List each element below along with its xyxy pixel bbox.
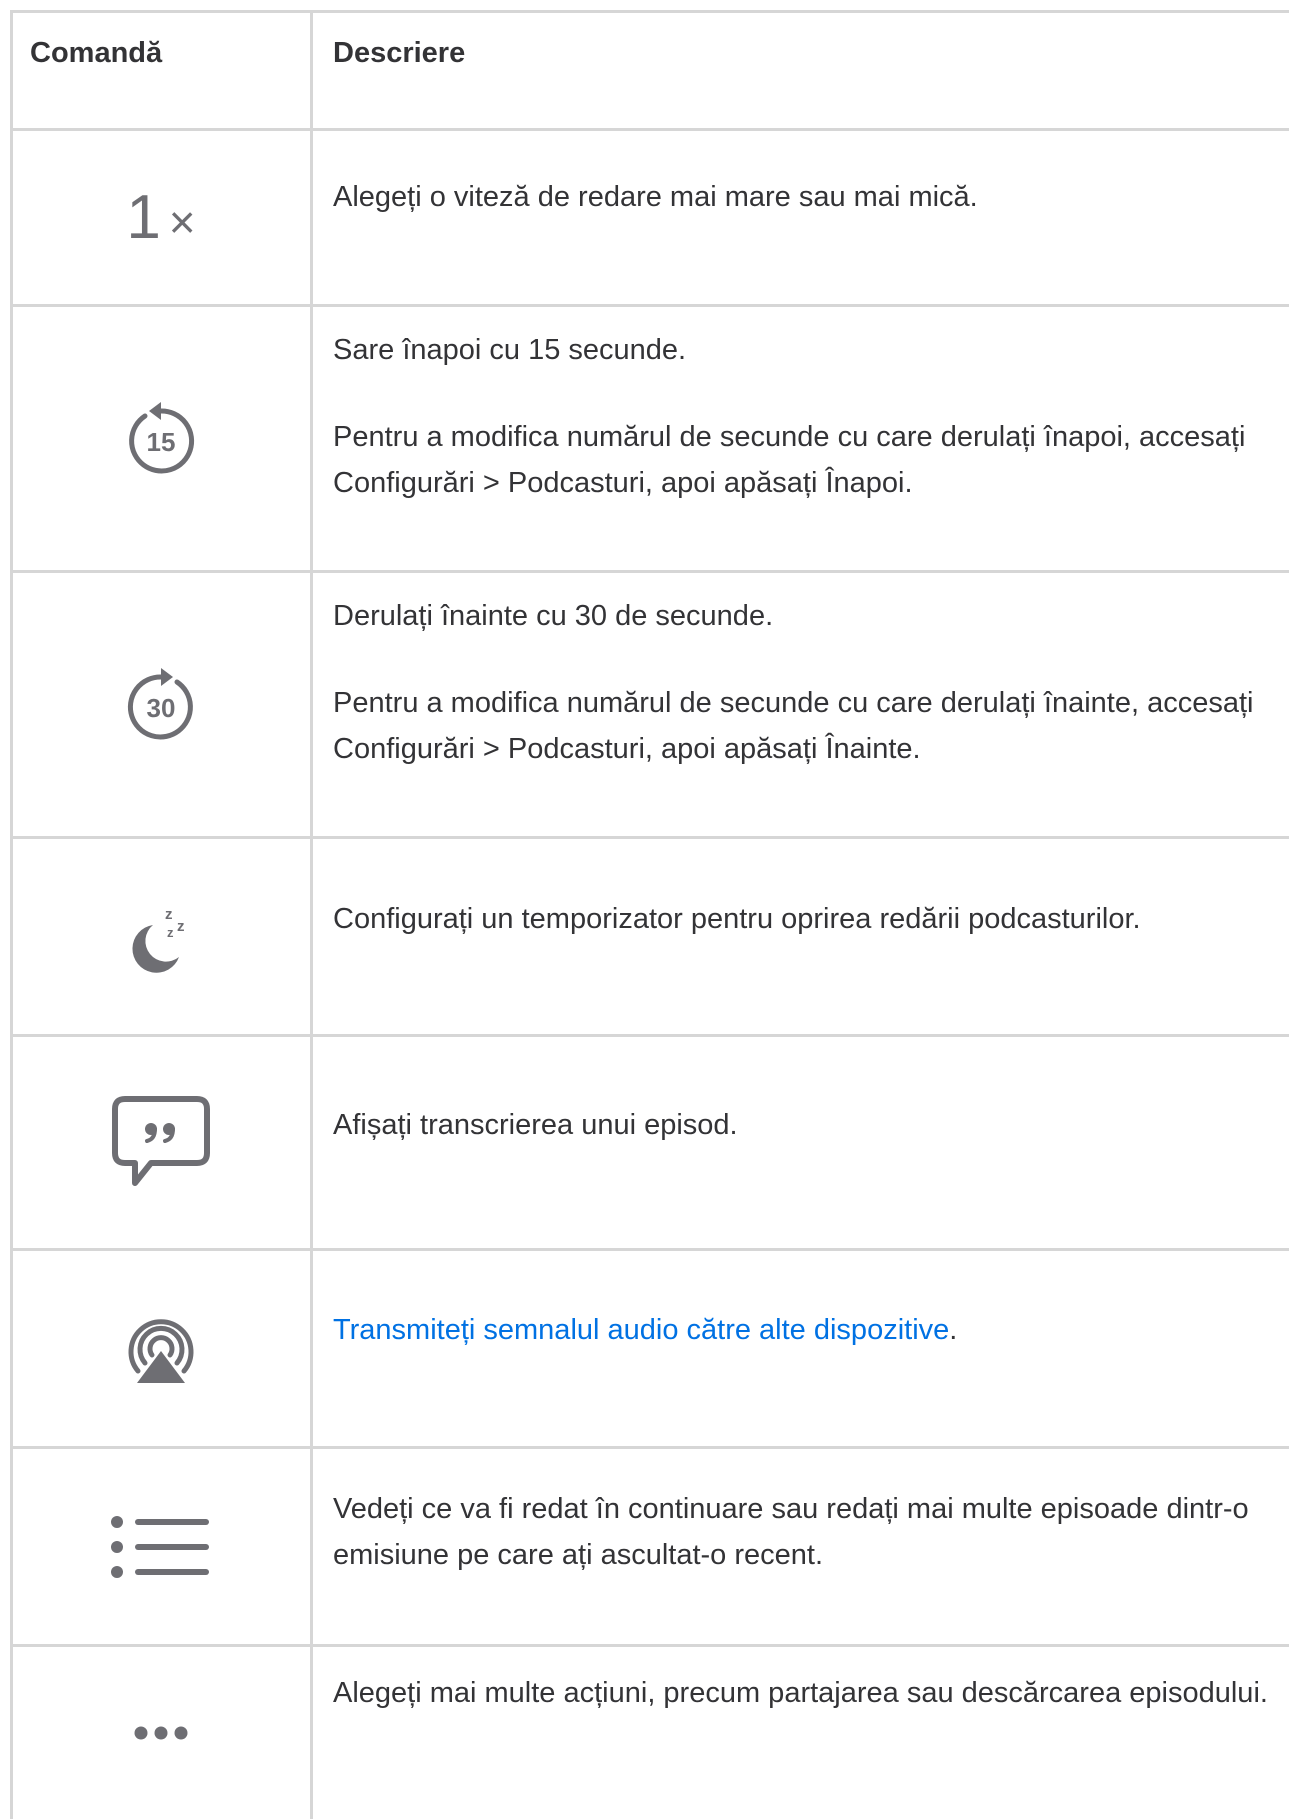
table-border [10,10,1289,13]
more-ellipsis-icon[interactable] [133,1725,189,1741]
table-row-description: Afișați transcrierea unui episod. [333,1109,738,1141]
table-row-description: Derulați înainte cu 30 de secunde. Pentr… [333,600,1254,765]
column-divider [310,10,313,1819]
transcript-quote-bubble-icon[interactable] [111,1095,211,1191]
table-row: 1 × [12,131,310,304]
column-header-command: Comandă [30,37,163,69]
playback-speed-icon[interactable]: 1 × [126,186,195,249]
svg-text:15: 15 [147,427,176,457]
airplay-audio-icon[interactable] [119,1307,203,1391]
table-row [12,1449,310,1644]
table-row: 30 [12,573,310,836]
table-row [12,1037,310,1248]
table-row-description: Alegeți mai multe acțiuni, precum partaj… [333,1677,1268,1709]
svg-text:30: 30 [147,693,176,723]
column-header-description: Descriere [333,37,466,69]
table-row [12,1647,310,1819]
svg-text:z: z [165,906,173,923]
table-row-description: Configurați un temporizator pentru oprir… [333,903,1141,935]
table-row [12,1251,310,1446]
table-row: 15 [12,307,310,570]
table-row-description: Alegeți o viteză de redare mai mare sau … [333,181,978,213]
sleep-timer-moon-icon[interactable]: z z z [121,897,201,977]
table-row-description: Sare înapoi cu 15 secunde. Pentru a modi… [333,334,1246,499]
svg-text:z: z [177,918,185,935]
skip-forward-30-icon[interactable]: 30 [121,665,201,745]
up-next-list-icon[interactable] [111,1512,211,1582]
svg-text:z: z [167,925,174,940]
skip-back-15-icon[interactable]: 15 [121,399,201,479]
airplay-help-link[interactable]: Transmiteți semnalul audio către alte di… [333,1314,949,1346]
table-row-description: Transmiteți semnalul audio către alte di… [333,1314,958,1346]
table-row-description: Vedeți ce va fi redat în continuare sau … [333,1493,1249,1571]
table-row: z z z [12,839,310,1034]
